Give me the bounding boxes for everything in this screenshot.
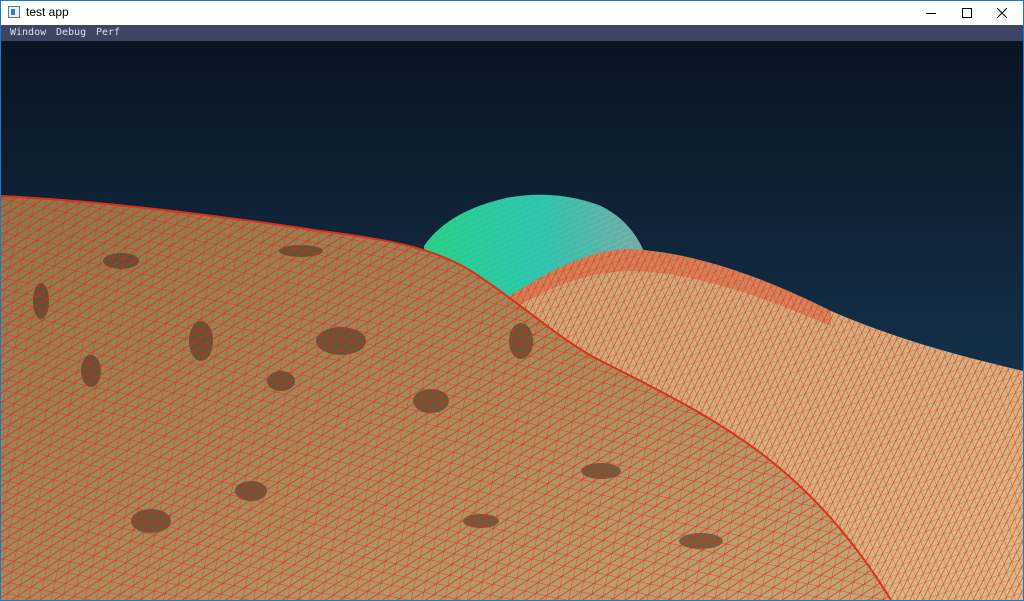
maximize-icon — [962, 8, 972, 18]
menu-debug[interactable]: Debug — [56, 26, 86, 40]
window-title: test app — [26, 5, 69, 19]
menu-perf[interactable]: Perf — [96, 26, 120, 40]
app-window: test app Window Debug Perf — [0, 0, 1024, 601]
title-bar[interactable]: test app — [1, 1, 1023, 25]
menu-window[interactable]: Window — [10, 26, 46, 40]
close-icon — [997, 8, 1007, 18]
terrain-render — [1, 41, 1023, 600]
3d-viewport[interactable] — [1, 41, 1023, 600]
minimize-icon — [926, 13, 936, 14]
close-button[interactable] — [979, 1, 1023, 25]
menu-bar: Window Debug Perf — [1, 25, 1023, 41]
app-icon — [8, 6, 20, 18]
